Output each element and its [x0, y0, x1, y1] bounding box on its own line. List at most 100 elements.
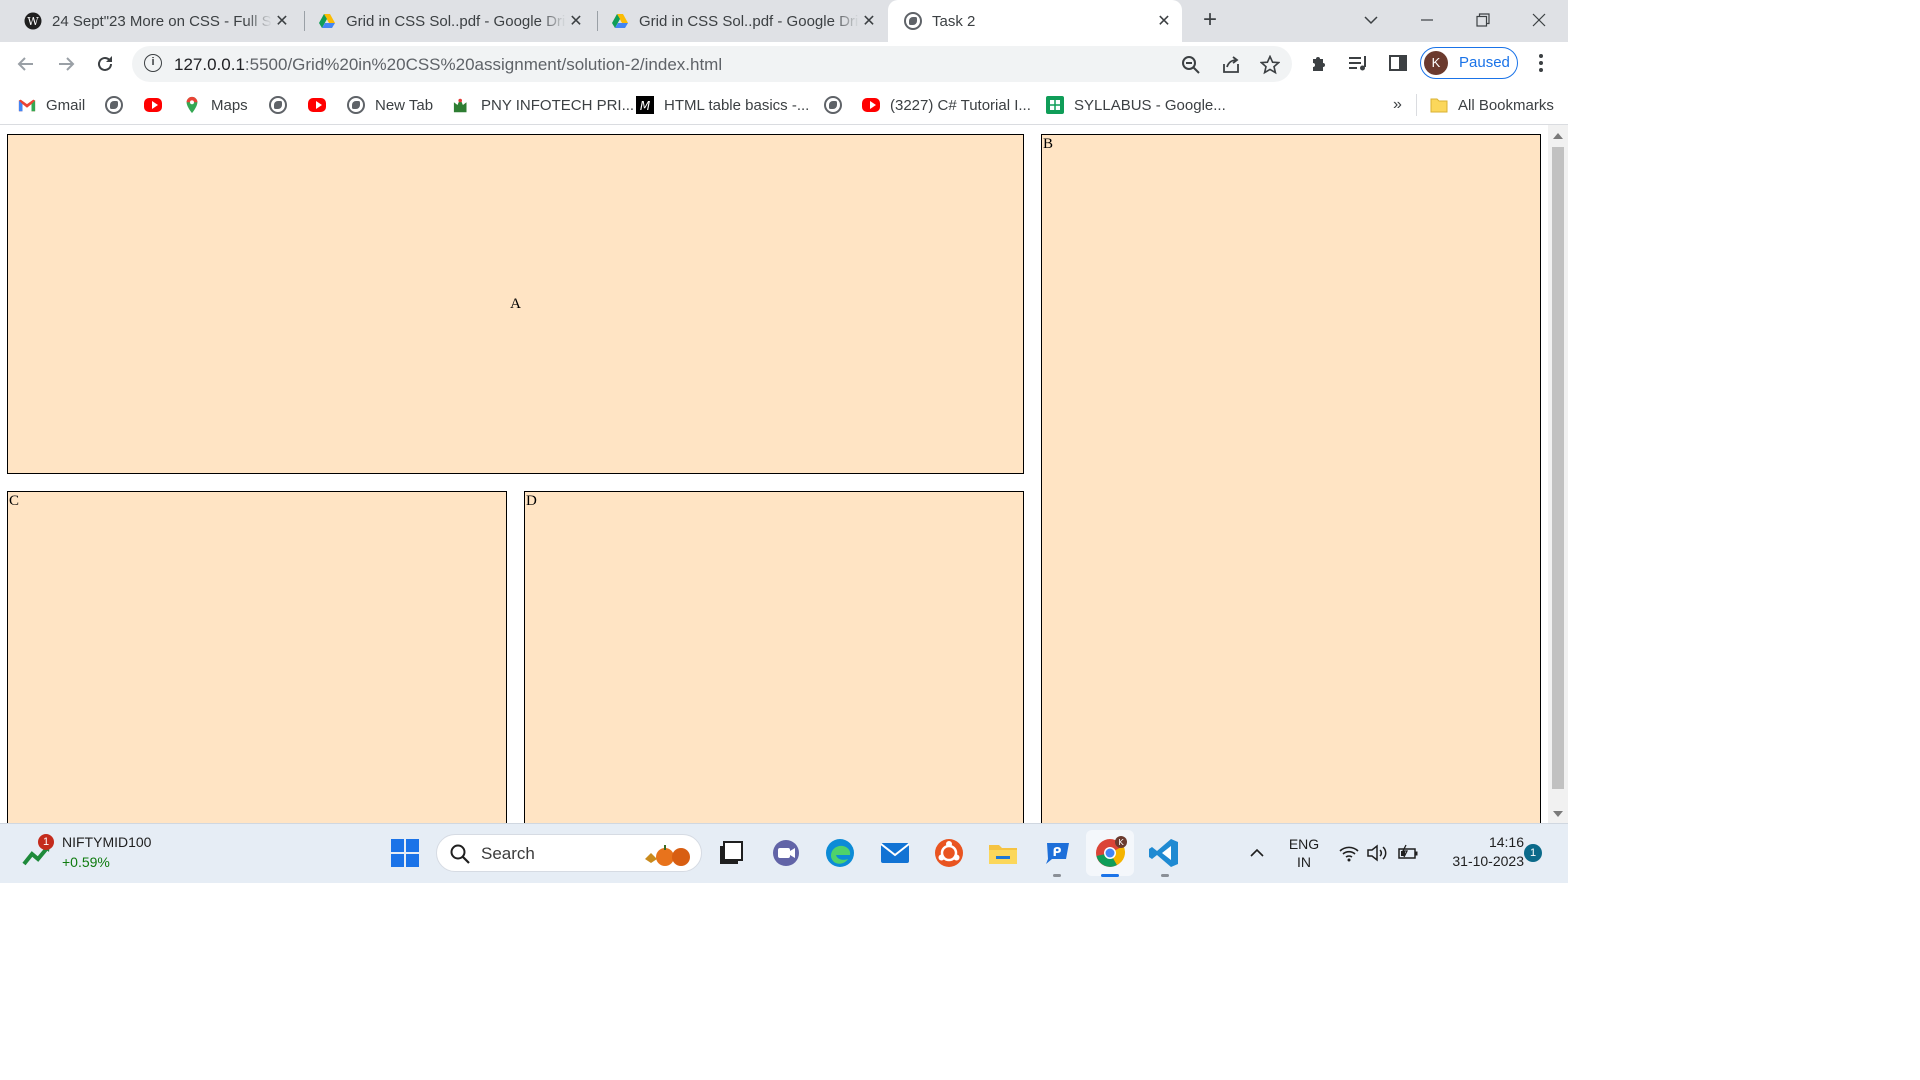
chat-app-icon[interactable]: ᑭ	[1040, 836, 1074, 870]
youtube-icon	[308, 98, 326, 112]
chevron-up-icon[interactable]	[1250, 846, 1264, 860]
youtube-icon	[862, 98, 880, 112]
profile-button[interactable]: K Paused	[1420, 47, 1518, 79]
pumpkin-icon	[645, 845, 690, 866]
bookmark-youtube[interactable]	[308, 94, 336, 116]
bookmark-label: HTML table basics -...	[664, 96, 810, 114]
forward-button[interactable]	[52, 50, 80, 78]
back-button[interactable]	[12, 50, 40, 78]
globe-icon	[347, 96, 365, 114]
windows-start-icon[interactable]	[388, 836, 422, 870]
bookmark-youtube[interactable]	[144, 94, 172, 116]
running-indicator	[1161, 874, 1169, 877]
bookmark-globe[interactable]	[824, 94, 852, 116]
new-tab-button[interactable]: +	[1196, 6, 1224, 34]
chrome-icon[interactable]: K	[1093, 836, 1127, 870]
minimize-icon	[1421, 19, 1433, 21]
taskbar-search[interactable]: Search	[436, 834, 702, 872]
svg-text:W: W	[27, 15, 39, 28]
url-path: :5500/Grid%20in%20CSS%20assignment/solut…	[244, 55, 723, 74]
bookmark-globe[interactable]	[269, 94, 297, 116]
tab-title: Task 2	[932, 12, 976, 30]
volume-icon[interactable]	[1366, 843, 1390, 863]
bookmark-globe[interactable]	[105, 94, 133, 116]
edge-browser-icon[interactable]	[823, 836, 857, 870]
arrow-right-icon	[59, 57, 75, 71]
clock-date: 31-10-2023	[1452, 853, 1524, 869]
close-icon[interactable]: ✕	[1154, 11, 1174, 31]
clock-time: 14:16	[1488, 834, 1524, 850]
url-text[interactable]: 127.0.0.1:5500/Grid%20in%20CSS%20assignm…	[174, 55, 722, 75]
tab-24-sept-css[interactable]: W 24 Sept"23 More on CSS - Full Stack ✕	[0, 0, 300, 42]
restore-button[interactable]	[1455, 0, 1511, 42]
bookmark-maps[interactable]: Maps	[183, 94, 248, 116]
browser-menu-icon[interactable]	[1528, 50, 1554, 76]
minimize-button[interactable]	[1399, 0, 1455, 42]
avatar: K	[1424, 51, 1448, 75]
media-queue-icon[interactable]	[1345, 50, 1371, 76]
scroll-up-arrow[interactable]	[1553, 133, 1563, 139]
mail-icon[interactable]	[878, 836, 912, 870]
zoom-icon[interactable]	[1179, 53, 1203, 77]
close-icon[interactable]: ✕	[566, 11, 586, 31]
close-icon[interactable]: ✕	[272, 11, 292, 31]
bookmark-label: Maps	[211, 96, 248, 114]
bookmark-star-icon[interactable]	[1258, 53, 1282, 77]
bookmark-pny-infotech[interactable]: PNY INFOTECH PRI...	[453, 94, 634, 116]
battery-icon[interactable]	[1396, 843, 1420, 863]
reload-button[interactable]	[91, 50, 119, 78]
task-view-icon[interactable]	[714, 836, 748, 870]
bookmark-label: Gmail	[46, 96, 86, 114]
grid-cell-c: C	[7, 491, 507, 823]
address-bar[interactable]: i 127.0.0.1:5500/Grid%20in%20CSS%20assig…	[132, 46, 1292, 82]
ubuntu-icon[interactable]	[932, 836, 966, 870]
bookmark-gmail[interactable]: Gmail	[18, 94, 85, 116]
tab-strip: W 24 Sept"23 More on CSS - Full Stack ✕ …	[0, 0, 1568, 42]
side-panel-icon[interactable]	[1385, 50, 1411, 76]
globe-icon	[269, 96, 287, 114]
tab-title: 24 Sept"23 More on CSS - Full Stack	[52, 12, 272, 30]
chevron-down-icon	[1364, 16, 1378, 25]
language-indicator[interactable]: ENG IN	[1284, 836, 1324, 870]
notification-badge: 1	[38, 834, 54, 850]
tab-search-button[interactable]	[1343, 0, 1399, 42]
vertical-scrollbar[interactable]	[1548, 125, 1568, 823]
bookmark-label: SYLLABUS - Google...	[1074, 96, 1226, 114]
file-explorer-icon[interactable]	[986, 836, 1020, 870]
tab-task-2[interactable]: Task 2 ✕	[888, 0, 1182, 42]
scroll-down-arrow[interactable]	[1553, 811, 1563, 817]
reload-icon	[98, 56, 112, 71]
scroll-thumb[interactable]	[1552, 147, 1564, 789]
tab-grid-pdf-1[interactable]: Grid in CSS Sol..pdf - Google Drive ✕	[294, 0, 594, 42]
tab-grid-pdf-2[interactable]: Grid in CSS Sol..pdf - Google Drive ✕	[587, 0, 887, 42]
notification-center-badge[interactable]: 1	[1524, 844, 1542, 862]
globe-icon	[824, 96, 842, 114]
cell-label: B	[1043, 136, 1054, 152]
extensions-icon[interactable]	[1306, 50, 1332, 76]
bookmark-html-table[interactable]: M HTML table basics -...	[636, 94, 809, 116]
svg-text:K: K	[1118, 838, 1124, 847]
all-bookmarks-button[interactable]: All Bookmarks	[1430, 94, 1554, 116]
bookmark-new-tab[interactable]: New Tab	[347, 94, 433, 116]
grid-cell-d: D	[524, 491, 1024, 823]
google-drive-icon	[612, 14, 628, 28]
clock[interactable]: 14:16 31-10-2023	[1428, 834, 1524, 869]
teams-chat-icon[interactable]	[769, 836, 803, 870]
globe-icon	[904, 12, 922, 30]
wifi-icon[interactable]	[1338, 843, 1360, 863]
youtube-icon	[144, 98, 162, 112]
close-icon	[1532, 13, 1546, 27]
vscode-icon[interactable]	[1147, 836, 1181, 870]
close-icon[interactable]: ✕	[859, 11, 879, 31]
profile-status: Paused	[1459, 54, 1510, 71]
grid-cell-a: A	[7, 134, 1024, 474]
bookmark-syllabus[interactable]: SYLLABUS - Google...	[1046, 94, 1226, 116]
site-info-icon[interactable]: i	[144, 54, 162, 72]
cell-label: A	[510, 296, 521, 312]
close-window-button[interactable]	[1511, 0, 1567, 42]
language-code: ENG	[1288, 836, 1320, 852]
language-region: IN	[1297, 854, 1311, 870]
bookmarks-overflow-button[interactable]: »	[1393, 94, 1402, 116]
share-icon[interactable]	[1219, 53, 1243, 77]
bookmark-csharp-tutorial[interactable]: (3227) C# Tutorial I...	[862, 94, 1031, 116]
